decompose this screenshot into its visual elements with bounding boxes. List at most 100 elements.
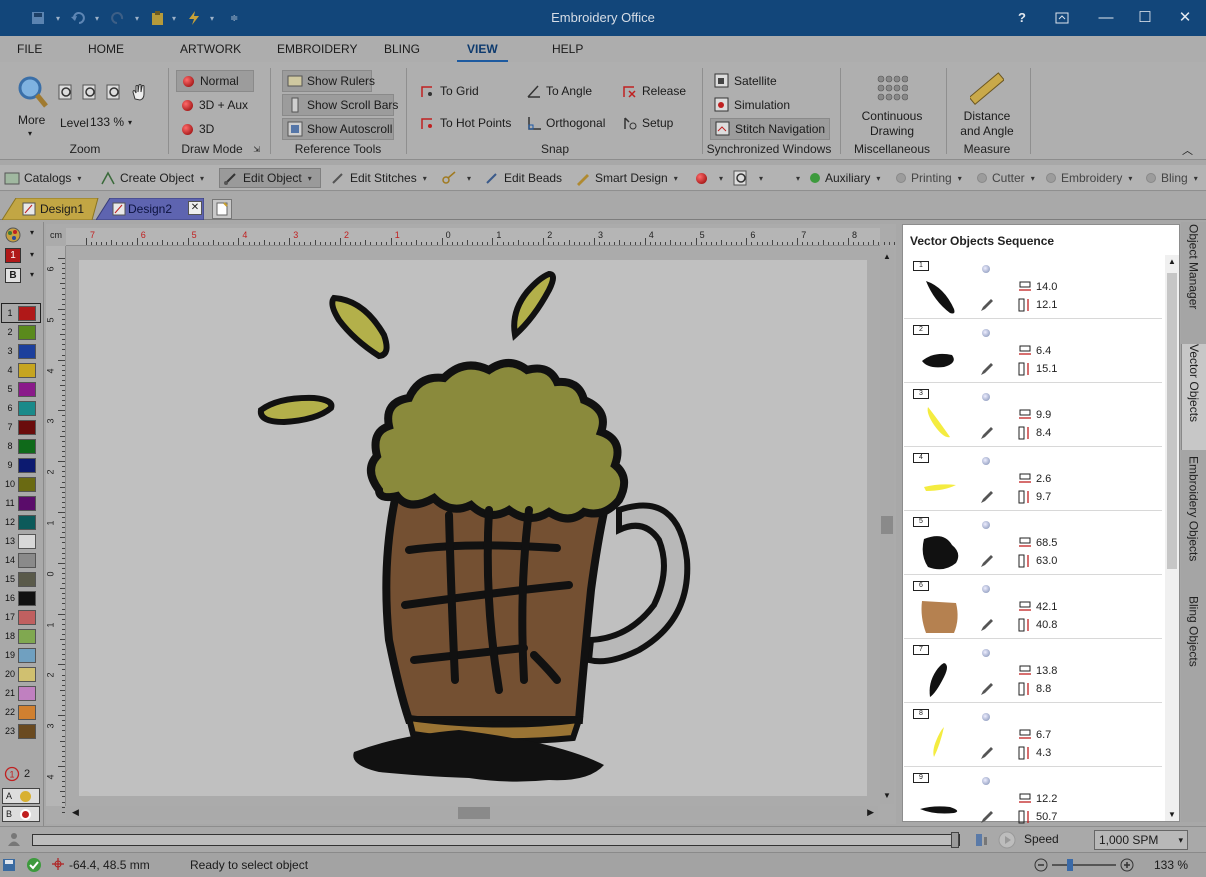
doc-tab-design2[interactable]: Design2 ✕ — [96, 198, 204, 220]
palette-swatch[interactable]: 11 — [2, 494, 40, 512]
palette-swatch[interactable]: 7 — [2, 418, 40, 436]
palette-swatch[interactable]: 15 — [2, 570, 40, 588]
palette-swatch[interactable]: 3 — [2, 342, 40, 360]
tab-home[interactable]: HOME — [88, 42, 124, 56]
draw-mode-normal-button[interactable]: Normal — [176, 70, 254, 92]
snap-to-angle-button[interactable]: To Angle — [526, 80, 592, 102]
side-tab-bling-objects[interactable]: Bling Objects — [1181, 596, 1206, 696]
tab-help[interactable]: HELP — [552, 42, 583, 56]
zoom-more-button[interactable]: More — [18, 113, 45, 127]
minimize-icon[interactable]: — — [1094, 8, 1118, 28]
palette-wheel-icon[interactable] — [4, 226, 22, 247]
thread-a-selector[interactable]: A — [2, 788, 40, 804]
edit-pencil-icon[interactable] — [979, 361, 995, 377]
vector-object-row[interactable]: 3 9.9 8.4 — [904, 383, 1162, 447]
continuous-drawing-icon[interactable] — [876, 74, 909, 107]
thread-b-selector[interactable]: B — [2, 806, 40, 822]
palette-swatch[interactable]: 19 — [2, 646, 40, 664]
active-color-b[interactable]: B — [5, 268, 21, 283]
edit-pencil-icon[interactable] — [979, 553, 995, 569]
collapse-ribbon-icon[interactable]: ︿ — [1182, 142, 1193, 158]
edit-pencil-icon[interactable] — [979, 489, 995, 505]
active-color-a[interactable]: 1 — [5, 248, 21, 263]
show-autoscroll-button[interactable]: Show Autoscroll — [282, 118, 394, 140]
scroll-right-icon[interactable]: ▶ — [867, 807, 874, 818]
edit-pencil-icon[interactable] — [979, 745, 995, 761]
horizontal-scrollbar[interactable]: ◀ ▶ — [66, 806, 878, 820]
draw-mode-3d-button[interactable]: 3D — [180, 118, 214, 140]
embroidery-toggle[interactable]: Embroidery ▾ — [1046, 168, 1132, 188]
edit-pencil-icon[interactable] — [979, 297, 995, 313]
draw-mode-aux-button[interactable]: 3D + Aux — [180, 94, 248, 116]
stitch-navigation-button[interactable]: Stitch Navigation — [710, 118, 830, 140]
smart-design-button[interactable]: Smart Design ▾ — [575, 168, 678, 188]
zoom-slider-handle[interactable] — [1067, 859, 1073, 871]
edit-pencil-icon[interactable] — [979, 617, 995, 633]
step-icon[interactable] — [974, 832, 990, 851]
vector-object-row[interactable]: 1 14.0 12.1 — [904, 255, 1162, 319]
side-tab-vector-objects[interactable]: Vector Objects — [1181, 344, 1206, 450]
measure-ruler-icon[interactable] — [968, 72, 1005, 109]
edit-stitches-button[interactable]: Edit Stitches ▾ — [330, 168, 427, 188]
edit-pencil-icon[interactable] — [979, 681, 995, 697]
visibility-bulb-icon[interactable] — [982, 265, 990, 273]
auxiliary-toggle[interactable]: Auxiliary ▾ — [810, 168, 880, 188]
drawing-surface[interactable] — [79, 260, 867, 796]
scroll-down-icon[interactable]: ▼ — [883, 791, 891, 800]
vector-object-row[interactable]: 5 68.5 63.0 — [904, 511, 1162, 575]
palette-swatch[interactable]: 8 — [2, 437, 40, 455]
distance-angle-label-1[interactable]: Distance — [948, 109, 1026, 123]
tab-artwork[interactable]: ARTWORK — [180, 42, 241, 56]
zoom-fit-icon[interactable] — [106, 84, 122, 103]
maximize-icon[interactable]: ☐ — [1133, 8, 1157, 28]
palette-swatch[interactable]: 1 — [1, 303, 41, 323]
palette-swatch[interactable]: 22 — [2, 703, 40, 721]
palette-swatch[interactable]: 18 — [2, 627, 40, 645]
visibility-bulb-icon[interactable] — [982, 521, 990, 529]
palette-swatch[interactable]: 2 — [2, 323, 40, 341]
close-tab-icon[interactable]: ✕ — [188, 201, 202, 215]
panel-scroll-up-icon[interactable]: ▲ — [1168, 257, 1176, 266]
scroll-left-icon[interactable]: ◀ — [72, 807, 79, 818]
snap-orthogonal-button[interactable]: Orthogonal — [526, 112, 605, 134]
zoom-out-icon[interactable] — [82, 84, 98, 103]
vector-object-row[interactable]: 2 6.4 15.1 — [904, 319, 1162, 383]
simulation-button[interactable]: Simulation — [714, 94, 790, 116]
palette-swatch[interactable]: 10 — [2, 475, 40, 493]
zoom-slider[interactable] — [1052, 859, 1116, 871]
palette-swatch[interactable]: 9 — [2, 456, 40, 474]
tab-bling[interactable]: BLING — [384, 42, 420, 56]
doc-tab-design1[interactable]: Design1 — [2, 198, 102, 220]
tab-file[interactable]: FILE — [17, 42, 42, 56]
close-icon[interactable]: ✕ — [1173, 8, 1197, 28]
horizontal-scroll-thumb[interactable] — [458, 807, 490, 819]
show-scroll-bars-button[interactable]: Show Scroll Bars — [282, 94, 398, 116]
show-rulers-button[interactable]: Show Rulers — [282, 70, 375, 92]
zoom-level-select[interactable]: 133 % ▾ — [90, 112, 140, 132]
edit-object-button[interactable]: Edit Object ▾ — [219, 168, 321, 188]
snap-to-grid-button[interactable]: To Grid — [420, 80, 479, 102]
stitch-slider-handle[interactable] — [951, 832, 959, 848]
panel-scrollbar[interactable]: ▲ ▼ — [1165, 255, 1179, 821]
palette-swatch[interactable]: 14 — [2, 551, 40, 569]
satellite-button[interactable]: Satellite — [714, 70, 777, 92]
toolbar-options-button[interactable]: ▾ — [790, 168, 800, 188]
snap-to-hot-points-button[interactable]: To Hot Points — [420, 112, 511, 134]
tab-view[interactable]: VIEW — [457, 42, 508, 62]
ribbon-display-icon[interactable] — [1050, 8, 1074, 28]
tab-embroidery[interactable]: EMBROIDERY — [277, 42, 357, 56]
zoom-in-icon[interactable] — [58, 84, 74, 103]
stitch-progress-slider[interactable] — [32, 832, 960, 848]
palette-swatch[interactable]: 21 — [2, 684, 40, 702]
vertical-scroll-thumb[interactable] — [881, 516, 893, 534]
zoom-out-status-icon[interactable] — [1034, 858, 1048, 875]
panel-scroll-thumb[interactable] — [1167, 273, 1177, 569]
person-icon[interactable] — [6, 831, 22, 850]
edit-beads-button[interactable]: Edit Beads — [484, 168, 562, 188]
visibility-bulb-icon[interactable] — [982, 713, 990, 721]
play-icon[interactable] — [998, 831, 1016, 852]
distance-angle-label-2[interactable]: and Angle — [948, 124, 1026, 138]
zoom-in-status-icon[interactable] — [1120, 858, 1134, 875]
create-object-button[interactable]: Create Object ▾ — [100, 168, 204, 188]
active-color-dropdown-icon[interactable]: ▾ — [30, 250, 34, 259]
